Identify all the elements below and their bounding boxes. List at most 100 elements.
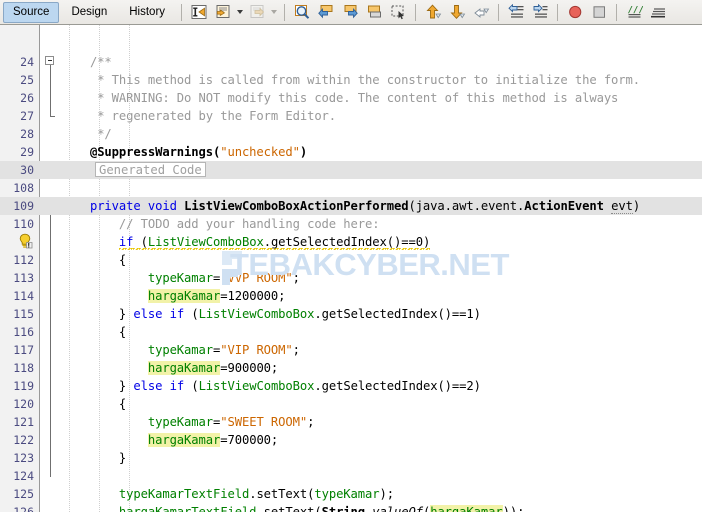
line-content: typeKamarTextField.setText(typeKamar); (118, 487, 394, 501)
code-line[interactable]: 123 } (0, 449, 702, 467)
code-line[interactable]: 119 } else if (ListViewComboBox.getSelec… (0, 377, 702, 395)
line-number: 112 (13, 253, 34, 267)
line-number: 110 (13, 217, 34, 231)
line-content: * This method is called from within the … (61, 73, 641, 87)
uncomment-icon[interactable] (646, 1, 670, 24)
line-number: 29 (20, 145, 34, 159)
code-line[interactable]: 24 /** (0, 53, 702, 71)
toolbar-separator (557, 3, 559, 21)
line-number: 27 (20, 109, 34, 123)
line-number: 109 (0, 197, 34, 215)
toggle-highlight-icon[interactable] (469, 1, 493, 24)
toolbar-separator (181, 3, 183, 21)
back-edit-icon[interactable] (211, 1, 235, 24)
previous-error-icon[interactable] (421, 1, 445, 24)
line-number: 108 (13, 181, 34, 195)
forward-edit-dropdown-arrow[interactable] (269, 2, 279, 23)
last-edit-icon[interactable] (187, 1, 211, 24)
shift-left-icon[interactable] (504, 1, 528, 24)
code-line[interactable]: 26 * WARNING: Do NOT modify this code. T… (0, 89, 702, 107)
line-number: 122 (13, 433, 34, 447)
line-number: 115 (13, 307, 34, 321)
code-line[interactable]: 120 { (0, 395, 702, 413)
tab-source[interactable]: Source (3, 1, 60, 23)
code-line[interactable]: 116 { (0, 323, 702, 341)
hint-bulb-icon[interactable]: ! (17, 233, 33, 249)
code-line[interactable]: 110 // TODO add your handling code here: (0, 215, 702, 233)
forward-edit-icon[interactable] (245, 1, 269, 24)
line-content: hargaKamarTextField.setText(String.value… (61, 503, 702, 512)
line-number: 30 (0, 161, 34, 179)
code-line[interactable]: 118 hargaKamar=900000; (0, 359, 702, 377)
line-number: 125 (13, 487, 34, 501)
svg-text:!: ! (27, 241, 30, 249)
line-number: 118 (13, 361, 34, 375)
line-content: { (61, 253, 127, 267)
next-error-icon[interactable] (445, 1, 469, 24)
code-line[interactable]: ! if (ListViewComboBox.getSelectedIndex(… (0, 233, 702, 251)
editor-toolbar: Source Design History /// (0, 0, 702, 25)
code-line[interactable]: 125 typeKamarTextField.setText(typeKamar… (0, 485, 702, 503)
code-line[interactable]: 115 } else if (ListViewComboBox.getSelec… (0, 305, 702, 323)
tab-history[interactable]: History (119, 2, 175, 23)
code-editor[interactable]: 24 /** 25 * This method is called from w… (0, 25, 702, 512)
line-number: 121 (13, 415, 34, 429)
next-bookmark-icon[interactable] (338, 1, 362, 24)
line-content: hargaKamar=900000; (147, 361, 279, 375)
code-line[interactable]: 29 @SuppressWarnings("unchecked") (0, 143, 702, 161)
find-selection-icon[interactable] (290, 1, 314, 24)
line-number: 113 (13, 271, 34, 285)
line-content: @SuppressWarnings("unchecked") (61, 145, 308, 159)
stop-macro-recording-icon[interactable] (587, 1, 611, 24)
rectangular-selection-icon[interactable] (386, 1, 410, 24)
tab-design[interactable]: Design (61, 2, 117, 23)
line-content: typeKamar="VIP ROOM"; (147, 343, 300, 357)
back-edit-dropdown-arrow[interactable] (235, 2, 245, 23)
code-line[interactable]: 27 * regenerated by the Form Editor. (0, 107, 702, 125)
line-content: * WARNING: Do NOT modify this code. The … (61, 91, 619, 105)
code-line[interactable]: 28 */ (0, 125, 702, 143)
line-content: /** (61, 55, 112, 69)
line-content: } else if (ListViewComboBox.getSelectedI… (61, 307, 481, 321)
previous-bookmark-icon[interactable] (314, 1, 338, 24)
line-number: 120 (13, 397, 34, 411)
toolbar-separator (498, 3, 500, 21)
line-number: 26 (20, 91, 34, 105)
line-number: 116 (13, 325, 34, 339)
line-number: 114 (13, 289, 34, 303)
line-number: 124 (13, 469, 34, 483)
line-content: typeKamar="VVP ROOM"; (147, 271, 300, 285)
line-content: { (61, 397, 127, 411)
code-line[interactable]: 112 { (0, 251, 702, 269)
comment-icon[interactable]: /// (622, 1, 646, 24)
code-line[interactable]: 108 (0, 179, 702, 197)
code-line[interactable]: 126 hargaKamarTextField.setText(String.v… (0, 503, 702, 512)
toolbar-separator (284, 3, 286, 21)
code-line[interactable]: 122 hargaKamar=700000; (0, 431, 702, 449)
line-content (61, 467, 702, 485)
code-line[interactable]: 30 Generated Code (0, 161, 702, 179)
line-content: hargaKamar=1200000; (147, 289, 286, 303)
code-line[interactable]: 114 hargaKamar=1200000; (0, 287, 702, 305)
code-line[interactable]: 121 typeKamar="SWEET ROOM"; (0, 413, 702, 431)
line-number: 25 (20, 73, 34, 87)
toolbar-separator (616, 3, 618, 21)
line-number: 119 (13, 379, 34, 393)
code-line[interactable]: 124 (0, 467, 702, 485)
toggle-bookmark-icon[interactable] (362, 1, 386, 24)
line-content: typeKamar="SWEET ROOM"; (147, 415, 315, 429)
line-content (61, 179, 702, 197)
shift-right-icon[interactable] (528, 1, 552, 24)
line-content: * regenerated by the Form Editor. (61, 109, 337, 123)
code-line[interactable]: 109 private void ListViewComboBoxActionP… (0, 197, 702, 215)
code-line[interactable]: 25 * This method is called from within t… (0, 71, 702, 89)
line-number: 123 (13, 451, 34, 465)
line-content: { (61, 325, 127, 339)
line-content: } else if (ListViewComboBox.getSelectedI… (61, 379, 481, 393)
toolbar-separator (415, 3, 417, 21)
code-line[interactable]: 113 typeKamar="VVP ROOM"; (0, 269, 702, 287)
start-macro-recording-icon[interactable] (563, 1, 587, 24)
collapsed-fold-chip[interactable]: Generated Code (95, 162, 206, 177)
code-line[interactable]: 117 typeKamar="VIP ROOM"; (0, 341, 702, 359)
line-content: hargaKamar=700000; (147, 433, 279, 447)
